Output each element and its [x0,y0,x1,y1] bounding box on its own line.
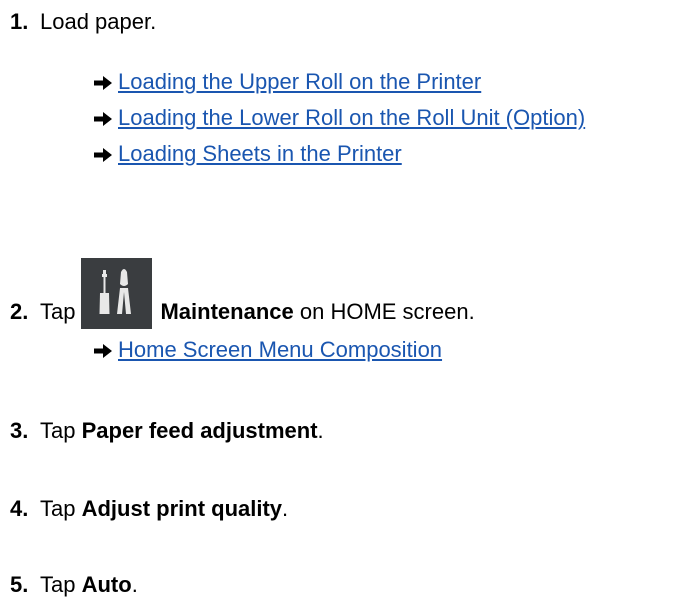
step-4: 4. Tap Adjust print quality. [10,495,288,523]
step-3: 3. Tap Paper feed adjustment. [10,417,324,445]
link-item[interactable]: Loading Sheets in the Printer [94,140,402,168]
step-text-bold: Adjust print quality [81,496,283,521]
link-home-screen-menu[interactable]: Home Screen Menu Composition [118,337,442,362]
step-text-pre: Tap [40,299,76,324]
step-text: Load paper. [40,9,157,34]
step-number: 5. [10,572,29,597]
step-number: 2. [10,299,29,324]
step-text-post: . [317,418,324,443]
step-text-pre: Tap [40,418,82,443]
link-loading-sheets[interactable]: Loading Sheets in the Printer [118,141,402,166]
step-1: 1. Load paper. [10,8,156,36]
link-item[interactable]: Home Screen Menu Composition [94,336,442,364]
right-arrow-icon [94,76,112,90]
step-2: 2. Tap Maintenance on HOME screen. [10,258,475,329]
step-text-pre: Tap [40,496,82,521]
link-item[interactable]: Loading the Lower Roll on the Roll Unit … [94,104,585,132]
right-arrow-icon [94,112,112,126]
step-text-post: . [131,572,138,597]
step-5: 5. Tap Auto. [10,571,138,599]
step-text-bold: Maintenance [160,299,294,324]
maintenance-tools-icon [81,258,153,329]
step-text-post: . [282,496,289,521]
right-arrow-icon [94,148,112,162]
step-text-pre: Tap [40,572,82,597]
link-item[interactable]: Loading the Upper Roll on the Printer [94,68,481,96]
step-text-post: on HOME screen. [293,299,475,324]
link-lower-roll[interactable]: Loading the Lower Roll on the Roll Unit … [118,105,585,130]
step-number: 3. [10,418,29,443]
right-arrow-icon [94,344,112,358]
step-text-bold: Paper feed adjustment [81,418,318,443]
step-number: 4. [10,496,29,521]
step-number: 1. [10,9,29,34]
step-text-bold: Auto [81,572,132,597]
link-upper-roll[interactable]: Loading the Upper Roll on the Printer [118,69,481,94]
